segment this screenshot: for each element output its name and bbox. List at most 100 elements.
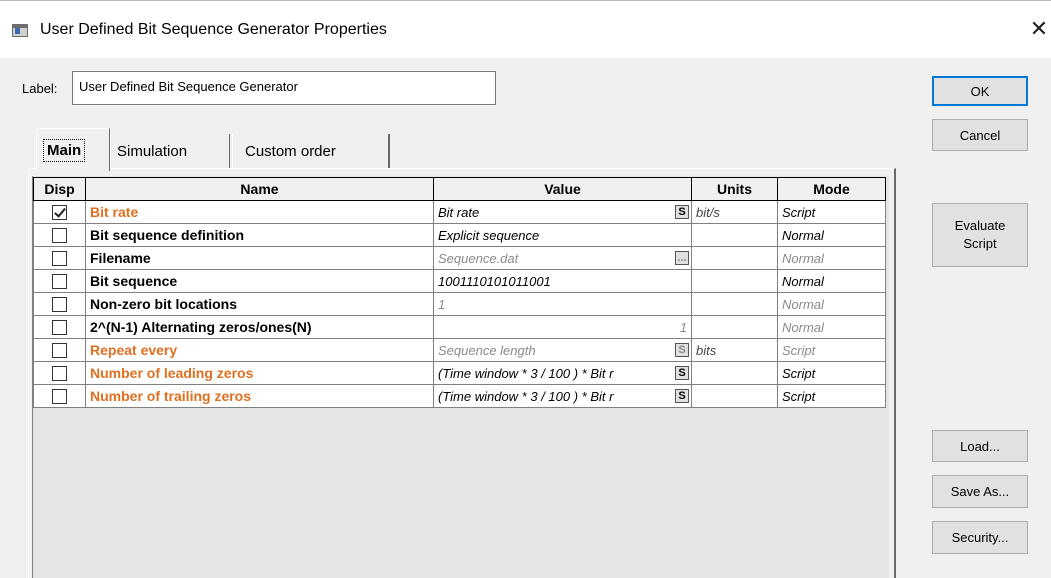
property-value-text: 1 (679, 319, 687, 335)
column-header-disp[interactable]: Disp (33, 177, 86, 201)
property-value[interactable]: 1 (433, 292, 692, 316)
table-row[interactable]: Non-zero bit locations 1 Normal (33, 292, 886, 316)
property-value[interactable]: Explicit sequence (433, 223, 692, 247)
save-as-button[interactable]: Save As... (932, 475, 1028, 508)
table-row[interactable]: Number of trailing zeros (Time window * 3… (33, 384, 886, 408)
column-header-units[interactable]: Units (691, 177, 778, 201)
property-mode[interactable]: Normal (777, 246, 886, 270)
disp-cell (33, 246, 86, 270)
property-mode[interactable]: Script (777, 200, 886, 224)
column-header-name[interactable]: Name (85, 177, 434, 201)
property-mode[interactable]: Normal (777, 269, 886, 293)
tab-main[interactable]: Main (36, 128, 110, 171)
disp-cell (33, 338, 86, 362)
cancel-button[interactable]: Cancel (932, 119, 1028, 151)
property-value-text: (Time window * 3 / 100 ) * Bit r (438, 388, 614, 404)
property-units (691, 269, 778, 293)
property-units: bits (691, 338, 778, 362)
load-button[interactable]: Load... (932, 430, 1028, 462)
property-mode[interactable]: Normal (777, 223, 886, 247)
tab-simulation[interactable]: Simulation (110, 134, 230, 168)
table-row[interactable]: Bit sequence definition Explicit sequence… (33, 223, 886, 247)
disp-checkbox[interactable] (52, 366, 67, 382)
disp-checkbox[interactable] (52, 274, 67, 290)
property-name: Repeat every (85, 338, 434, 362)
property-value-text: 1 (438, 296, 446, 312)
property-units (691, 384, 778, 408)
property-value-text: Bit rate (438, 204, 480, 220)
property-mode[interactable]: Script (777, 361, 886, 385)
property-mode[interactable]: Script (777, 384, 886, 408)
property-value[interactable]: (Time window * 3 / 100 ) * Bit r S (433, 361, 692, 385)
script-edit-button[interactable]: S (675, 389, 689, 403)
property-value[interactable]: Sequence length S (433, 338, 692, 362)
disp-cell (33, 223, 86, 247)
property-name: Filename (85, 246, 434, 270)
window-top-border (0, 0, 1051, 1)
close-icon[interactable]: ✕ (1027, 16, 1051, 42)
label-input[interactable]: User Defined Bit Sequence Generator (72, 71, 496, 105)
label-caption: Label: (22, 81, 58, 96)
disp-checkbox[interactable] (52, 343, 67, 359)
table-row[interactable]: Number of leading zeros (Time window * 3 … (33, 361, 886, 385)
ok-button[interactable]: OK (932, 76, 1028, 106)
property-mode[interactable]: Normal (777, 315, 886, 339)
column-header-mode[interactable]: Mode (777, 177, 886, 201)
property-units (691, 292, 778, 316)
disp-cell (33, 269, 86, 293)
properties-table: Disp Name Value Units Mode Bit rate Bit r… (33, 177, 886, 408)
property-value-text: Explicit sequence (438, 227, 540, 243)
property-units (691, 223, 778, 247)
property-name: Bit rate (85, 200, 434, 224)
property-units (691, 315, 778, 339)
disp-checkbox[interactable] (52, 205, 67, 221)
evaluate-script-button[interactable]: Evaluate Script (932, 203, 1028, 267)
property-value[interactable]: Bit rate S (433, 200, 692, 224)
table-row[interactable]: Bit rate Bit rate Sbit/s Script (33, 200, 886, 224)
property-value[interactable]: 1 (433, 315, 692, 339)
property-value[interactable]: Sequence.dat... (433, 246, 692, 270)
property-name: Bit sequence (85, 269, 434, 293)
script-edit-button[interactable]: S (675, 343, 689, 357)
tab-main-label: Main (43, 138, 86, 162)
disp-checkbox[interactable] (52, 297, 67, 313)
property-name: Number of trailing zeros (85, 384, 434, 408)
disp-cell (33, 384, 86, 408)
table-header-row: Disp Name Value Units Mode (33, 177, 886, 201)
disp-checkbox[interactable] (52, 389, 67, 405)
script-edit-button[interactable]: S (675, 205, 689, 219)
property-name: Non-zero bit locations (85, 292, 434, 316)
property-name: Bit sequence definition (85, 223, 434, 247)
property-mode[interactable]: Normal (777, 292, 886, 316)
disp-cell (33, 315, 86, 339)
property-value-text: Sequence length (438, 342, 536, 358)
property-units (691, 361, 778, 385)
property-value-text: 1001110101011001 (438, 273, 551, 289)
property-value-text: (Time window * 3 / 100 ) * Bit r (438, 365, 614, 381)
property-name: Number of leading zeros (85, 361, 434, 385)
property-units (691, 246, 778, 270)
property-mode[interactable]: Script (777, 338, 886, 362)
table-row[interactable]: Repeat every Sequence length Sbits Script (33, 338, 886, 362)
disp-checkbox[interactable] (52, 228, 67, 244)
property-units: bit/s (691, 200, 778, 224)
property-value[interactable]: (Time window * 3 / 100 ) * Bit r S (433, 384, 692, 408)
browse-file-button[interactable]: ... (675, 251, 689, 265)
disp-checkbox[interactable] (52, 320, 67, 336)
script-edit-button[interactable]: S (675, 366, 689, 380)
disp-checkbox[interactable] (52, 251, 67, 267)
component-icon (12, 24, 28, 37)
disp-cell (33, 292, 86, 316)
column-header-value[interactable]: Value (433, 177, 692, 201)
property-value[interactable]: 1001110101011001 (433, 269, 692, 293)
table-row[interactable]: Filename Sequence.dat... Normal (33, 246, 886, 270)
security-button[interactable]: Security... (932, 521, 1028, 554)
tab-custom-order[interactable]: Custom order (232, 134, 390, 168)
table-row[interactable]: Bit sequence 1001110101011001 Normal (33, 269, 886, 293)
disp-cell (33, 361, 86, 385)
window-title: User Defined Bit Sequence Generator Prop… (40, 21, 387, 38)
property-name: 2^(N-1) Alternating zeros/ones(N) (85, 315, 434, 339)
property-value-text: Sequence.dat (438, 250, 519, 266)
table-row[interactable]: 2^(N-1) Alternating zeros/ones(N) 1 Normal (33, 315, 886, 339)
disp-cell (33, 200, 86, 224)
